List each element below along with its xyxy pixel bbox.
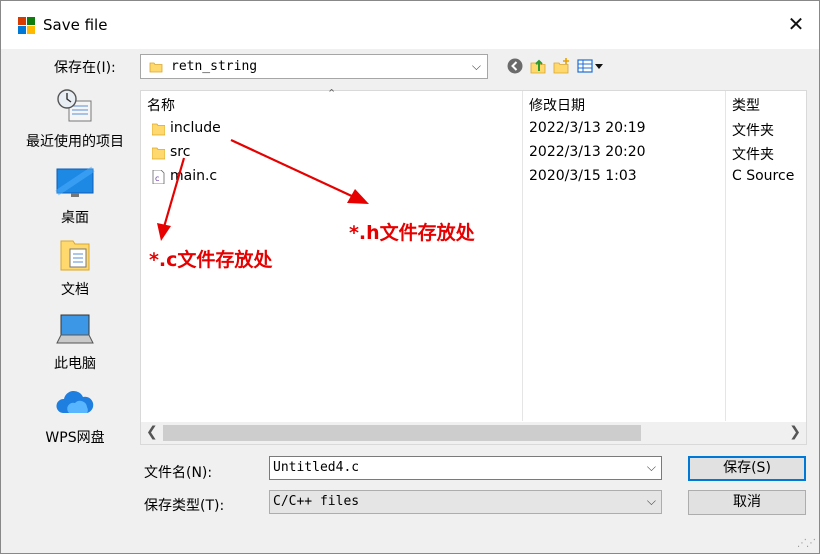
c-files-annotation: *.c文件存放处 — [149, 249, 273, 271]
save-file-dialog: Save file ✕ 保存在(I): retn_string ⌵ 最近使用的项… — [0, 0, 820, 554]
annotation-arrows — [157, 139, 369, 241]
h-files-annotation: *.h文件存放处 — [349, 222, 475, 244]
c-arrow-line — [162, 157, 186, 228]
c-arrow-head — [157, 223, 171, 241]
h-arrow-line — [230, 139, 357, 199]
